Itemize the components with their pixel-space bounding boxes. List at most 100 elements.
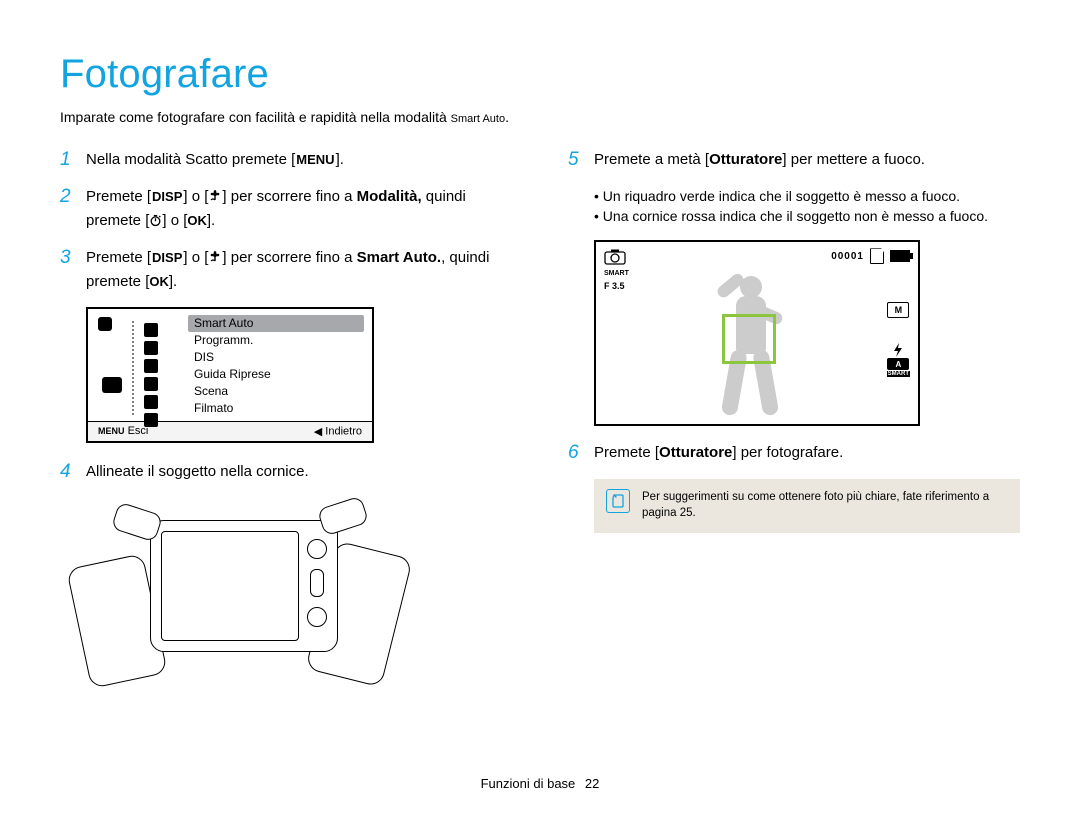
step-6-bold: Otturatore (659, 444, 732, 461)
macro-flower-icon (208, 188, 222, 210)
ok-key-2: OK (149, 274, 169, 289)
menu-key: MENU (295, 151, 335, 170)
step-2-text-a: Premete [ (86, 188, 151, 205)
battery-icon (890, 250, 910, 262)
step-1-body: Nella modalità Scatto premete [MENU]. (86, 149, 512, 172)
focus-frame-green (722, 314, 776, 364)
bullet-focus-red: Una cornice rossa indica che il soggetto… (594, 206, 1020, 226)
intro-smart-auto: Smart Auto (451, 113, 505, 125)
menu-bar-left-key: MENU (98, 426, 125, 436)
mode-menu-bar-left: MENU Esci (98, 425, 148, 438)
mode-rail-icon-5 (144, 395, 158, 409)
step-3: 3 Premete [DISP] o [ ] per scorrere fino … (60, 247, 512, 293)
step-6-text-a: Premete [ (594, 444, 659, 461)
flash-smart-label: SMART (887, 371, 910, 377)
step-5-body: Premete a metà [Otturatore] per mettere … (594, 149, 1020, 172)
footer-page-number: 22 (585, 776, 599, 791)
mode-item-programm: Programm. (188, 332, 364, 349)
step-5-text-b: ] per mettere a fuoco. (782, 151, 925, 168)
mode-item-filmato: Filmato (188, 400, 364, 417)
mode-rail-icon-4 (144, 377, 158, 391)
step-1-number: 1 (60, 149, 78, 172)
step-4-body: Allineate il soggetto nella cornice. (86, 461, 512, 484)
step-2-text-e: ] o [ (162, 212, 187, 229)
step-3-text-a: Premete [ (86, 249, 151, 266)
camera-pill-btn (310, 569, 324, 597)
right-thumb-illustration (317, 495, 369, 536)
intro-dot: . (505, 109, 509, 125)
page-title: Fotografare (60, 52, 1020, 97)
self-timer-icon (149, 212, 162, 234)
step-2-text-b: ] o [ (183, 188, 208, 205)
smart-mode-label: SMART (604, 270, 629, 277)
mode-menu-bar-right: ◀ Indietro (314, 425, 362, 438)
flash-auto-icon: A SMART (887, 342, 910, 377)
camera-ring-btn (307, 539, 327, 559)
step-2: 2 Premete [DISP] o [] per scorrere fino … (60, 186, 512, 234)
footer-section: Funzioni di base (481, 776, 576, 791)
camera-preview-figure: SMART F 3.5 00001 M A SMART (594, 240, 920, 426)
smart-mode-icon (604, 248, 629, 268)
resolution-badge: M (887, 302, 909, 318)
camera-hands-figure (86, 498, 396, 690)
step-1: 1 Nella modalità Scatto premete [MENU]. (60, 149, 512, 172)
note-text: Per suggerimenti su come ottenere foto p… (642, 489, 1004, 521)
flash-auto-label: A (887, 358, 909, 370)
mode-rail (114, 321, 164, 415)
preview-top-right: 00001 (831, 248, 910, 264)
mode-rail-icon-6 (144, 413, 158, 427)
step-1-text-b: ]. (336, 151, 344, 168)
mode-rail-icon-1 (144, 323, 158, 337)
camera-buttons-illustration (307, 539, 327, 627)
bullet-focus-green: Un riquadro verde indica che il soggetto… (594, 186, 1020, 206)
content-columns: 1 Nella modalità Scatto premete [MENU]. … (60, 149, 1020, 690)
preview-top-left: SMART F 3.5 (604, 248, 629, 291)
mode-menu-list: Smart Auto Programm. DIS Guida Riprese S… (188, 315, 364, 417)
document-page: Fotografare Imparate come fotografare co… (0, 0, 1080, 815)
fnumber-label: F 3.5 (604, 281, 629, 291)
camera-ring-btn-2 (307, 607, 327, 627)
step-3-text-b: ] o [ (183, 249, 208, 266)
mode-menu-body: Smart Auto Programm. DIS Guida Riprese S… (88, 309, 372, 421)
menu-tab-icon (98, 317, 112, 331)
menu-bar-right-label: Indietro (325, 425, 362, 437)
mode-item-smart-auto: Smart Auto (188, 315, 364, 332)
step-6-text-b: ] per fotografare. (732, 444, 843, 461)
step-3-number: 3 (60, 247, 78, 293)
menu-bar-right-glyph: ◀ (314, 426, 322, 438)
step-1-text-a: Nella modalità Scatto premete [ (86, 151, 295, 168)
mode-item-dis: DIS (188, 349, 364, 366)
step-3-text-c: ] per scorrere fino a (222, 249, 356, 266)
left-column: 1 Nella modalità Scatto premete [MENU]. … (60, 149, 512, 690)
step-5-number: 5 (568, 149, 586, 172)
mode-menu-bar: MENU Esci ◀ Indietro (88, 421, 372, 441)
page-footer: Funzioni di base 22 (0, 776, 1080, 791)
step-3-bold: Smart Auto. (357, 249, 441, 266)
step-3-text-e: ]. (169, 273, 177, 290)
right-column: 5 Premete a metà [Otturatore] per metter… (568, 149, 1020, 690)
tip-note: Per suggerimenti su come ottenere foto p… (594, 479, 1020, 533)
step-6: 6 Premete [Otturatore] per fotografare. (568, 442, 1020, 465)
step-5-bold: Otturatore (709, 151, 782, 168)
step-2-body: Premete [DISP] o [] per scorrere fino a … (86, 186, 512, 234)
step-3-body: Premete [DISP] o [] per scorrere fino a … (86, 247, 512, 293)
left-thumb-illustration (111, 501, 163, 542)
counter-label: 00001 (831, 251, 864, 262)
step-2-number: 2 (60, 186, 78, 234)
intro-text: Imparate come fotografare con facilità e… (60, 109, 1020, 125)
step-4: 4 Allineate il soggetto nella cornice. (60, 461, 512, 484)
disp-key-2: DISP (151, 249, 183, 268)
mode-item-guida-riprese: Guida Riprese (188, 366, 364, 383)
disp-key: DISP (151, 188, 183, 207)
step-6-body: Premete [Otturatore] per fotografare. (594, 442, 1020, 465)
step-2-text-f: ]. (207, 212, 215, 229)
step-2-bold: Modalità, (357, 188, 422, 205)
step-4-number: 4 (60, 461, 78, 484)
silhouette-head (740, 276, 762, 298)
mode-menu-figure: Smart Auto Programm. DIS Guida Riprese S… (86, 307, 374, 443)
note-icon (606, 489, 630, 513)
mode-item-scena: Scena (188, 383, 364, 400)
sd-card-icon (870, 248, 884, 264)
macro-flower-icon-2 (208, 249, 222, 271)
camera-body-illustration (150, 520, 338, 652)
